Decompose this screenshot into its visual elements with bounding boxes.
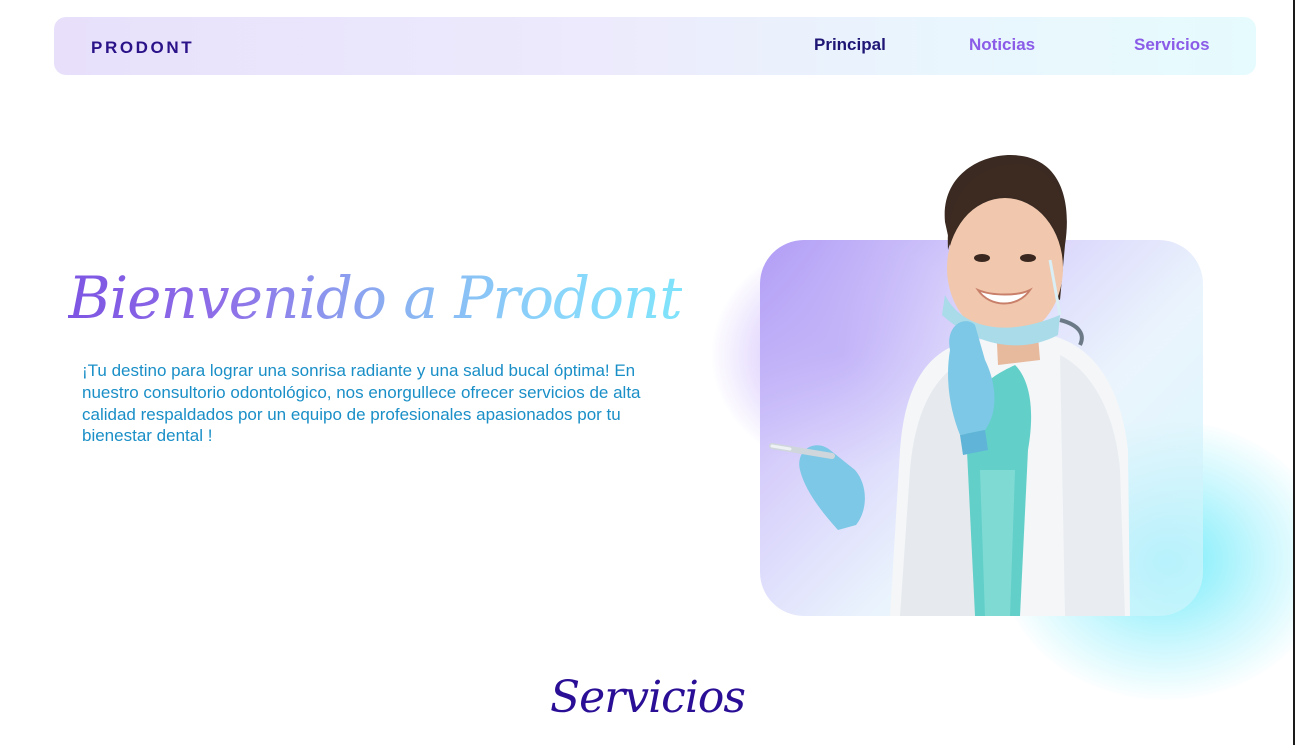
page: PRODONT Principal Noticias Servicios Bie… bbox=[0, 0, 1295, 745]
dentist-photo bbox=[769, 154, 1130, 616]
nav-link-servicios[interactable]: Servicios bbox=[1134, 35, 1210, 55]
hero-title: Bienvenido a Prodont bbox=[68, 258, 683, 338]
nav-link-principal[interactable]: Principal bbox=[814, 35, 886, 55]
brand-logo[interactable]: PRODONT bbox=[91, 38, 194, 58]
nav-link-noticias[interactable]: Noticias bbox=[969, 35, 1035, 55]
hero-description: ¡Tu destino para lograr una sonrisa radi… bbox=[82, 361, 641, 446]
services-section-title: Servicios bbox=[550, 672, 746, 723]
navbar: PRODONT Principal Noticias Servicios bbox=[54, 17, 1256, 75]
